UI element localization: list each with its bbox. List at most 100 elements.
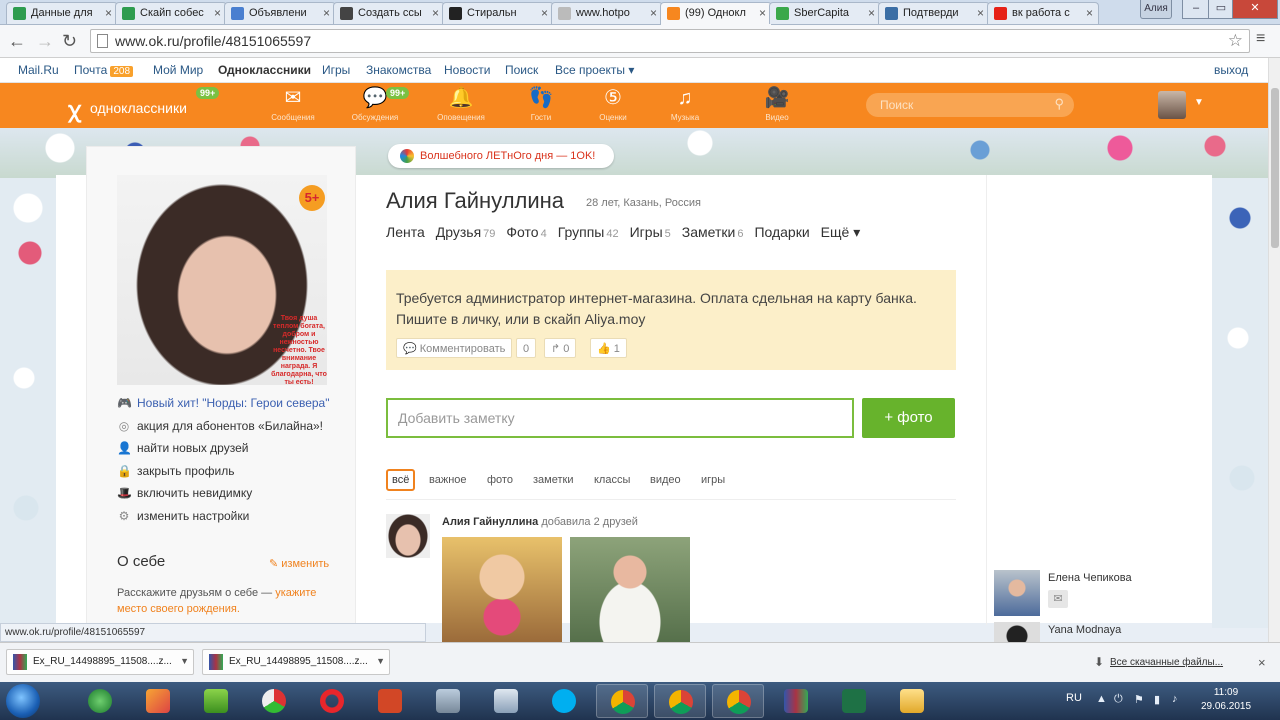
sidebar-item-invisible[interactable]: 🎩 включить невидимку [117, 486, 252, 500]
volume-icon[interactable]: ♪ [1172, 693, 1178, 705]
close-icon[interactable]: × [650, 6, 657, 20]
close-icon[interactable]: × [432, 6, 439, 20]
close-icon[interactable]: × [759, 6, 766, 20]
taskbar-app-bluestacks[interactable] [190, 684, 242, 718]
tray-arrow-icon[interactable]: ▲ [1096, 693, 1107, 705]
nav-2[interactable]: 🔔 Оповещения [426, 87, 496, 122]
greeting-pill[interactable]: Волшебного ЛЕТнОго дня — 1OK! [388, 144, 614, 168]
browser-tab-2[interactable]: Объявлени × [224, 2, 336, 24]
taskbar-app-powerpoint[interactable] [364, 684, 416, 718]
portal-link-search[interactable]: Поиск [505, 63, 538, 77]
close-icon[interactable]: × [1258, 655, 1266, 670]
profile-photo[interactable]: 5+ Твоя душа теплом богата, добром и неж… [117, 175, 327, 386]
chevron-down-icon[interactable]: ▼ [376, 656, 385, 666]
taskbar-app-puzzle[interactable] [132, 684, 184, 718]
user-badge[interactable]: Алия [1140, 0, 1172, 19]
browser-tab-6[interactable]: (99) Однокл × [660, 2, 772, 25]
comment-button[interactable]: 💬 Комментировать [396, 338, 513, 358]
browser-tab-1[interactable]: Скайп собес × [115, 2, 227, 24]
forward-arrow-icon[interactable]: → [36, 31, 54, 52]
close-icon[interactable]: × [323, 6, 330, 20]
reload-icon[interactable]: ↻ [62, 31, 77, 52]
browser-tab-0[interactable]: Данные для × [6, 2, 118, 24]
message-icon[interactable]: ✉ [1048, 590, 1068, 608]
friend-name[interactable]: Yana Modnaya [1048, 624, 1121, 636]
add-photo-button[interactable]: + фото [862, 398, 955, 438]
filter-0[interactable]: всё [386, 469, 416, 491]
portal-link-all-projects[interactable]: Все проекты ▾ [555, 63, 634, 77]
sidebar-item-close-profile[interactable]: 🔒 закрыть профиль [117, 464, 234, 478]
scroll-thumb[interactable] [1271, 88, 1279, 248]
profile-tab-6[interactable]: Подарки [754, 224, 809, 240]
taskbar-app-browser[interactable] [74, 684, 126, 718]
friend-avatar[interactable] [994, 570, 1040, 616]
portal-link-ok[interactable]: Одноклассники [218, 63, 311, 77]
portal-link-games[interactable]: Игры [322, 63, 350, 77]
nav-6[interactable]: 🎥 Видео [742, 87, 812, 122]
feed-item-author[interactable]: Алия Гайнуллина [442, 516, 538, 528]
portal-link-news[interactable]: Новости [444, 63, 490, 77]
friend-name[interactable]: Елена Чепикова [1048, 572, 1132, 584]
portal-link-mail[interactable]: Почта 208 [74, 63, 134, 77]
taskbar-app-winrar[interactable] [770, 684, 822, 718]
sidebar-item-game[interactable]: 🎮 Новый хит! "Норды: Герои севера" [117, 396, 330, 410]
profile-tab-3[interactable]: Группы 42 [558, 224, 619, 240]
filter-4[interactable]: классы [594, 469, 630, 491]
network-icon[interactable]: ▮ [1154, 693, 1160, 706]
minimize-button[interactable]: – [1182, 0, 1210, 19]
close-icon[interactable]: × [977, 6, 984, 20]
taskbar-app-opera[interactable] [306, 684, 358, 718]
nav-3[interactable]: 👣 Гости [506, 87, 576, 122]
taskbar-app-misc[interactable] [422, 684, 474, 718]
browser-tab-4[interactable]: Стиральн × [442, 2, 554, 24]
flag-icon[interactable]: ⚑ [1134, 693, 1144, 706]
taskbar-app-sapper[interactable] [248, 684, 300, 718]
nav-1[interactable]: 💬 Обсуждения 99+ [340, 87, 410, 122]
close-window-button[interactable]: ✕ [1232, 0, 1278, 19]
vertical-scrollbar[interactable] [1268, 58, 1280, 642]
back-arrow-icon[interactable]: ← [8, 31, 26, 52]
filter-3[interactable]: заметки [533, 469, 573, 491]
taskbar-app-calculator[interactable] [480, 684, 532, 718]
close-icon[interactable]: × [541, 6, 548, 20]
portal-link-dating[interactable]: Знакомства [366, 63, 431, 77]
download-item[interactable]: Ex_RU_14498895_11508....z... ▼ [202, 649, 390, 675]
taskbar-app-excel[interactable] [828, 684, 880, 718]
browser-tab-5[interactable]: www.hotpo × [551, 2, 663, 24]
reshare-button[interactable]: ↱ 0 [544, 338, 577, 358]
clock[interactable]: 11:09 29.06.2015 [1196, 686, 1256, 714]
add-note-input[interactable]: Добавить заметку [386, 398, 854, 438]
taskbar-app-chrome-1[interactable] [596, 684, 648, 718]
close-icon[interactable]: × [214, 6, 221, 20]
close-icon[interactable]: × [1086, 6, 1093, 20]
nav-0[interactable]: ✉ Сообщения [258, 87, 328, 122]
show-all-downloads-link[interactable]: Все скачанные файлы... [1110, 657, 1223, 668]
bookmark-star-icon[interactable]: ☆ [1228, 31, 1243, 51]
taskbar-app-chrome-3[interactable] [712, 684, 764, 718]
chrome-menu-icon[interactable]: ≡ [1256, 30, 1265, 48]
chevron-down-icon[interactable]: ▼ [1194, 97, 1204, 108]
filter-2[interactable]: фото [487, 469, 513, 491]
filter-5[interactable]: видео [650, 469, 681, 491]
profile-tab-5[interactable]: Заметки 6 [682, 224, 744, 240]
nav-4[interactable]: ⑤ Оценки [578, 87, 648, 122]
nav-5[interactable]: ♫ Музыка [650, 87, 720, 122]
url-text[interactable]: www.ok.ru/profile/48151065597 [115, 33, 311, 49]
taskbar-app-chrome-2[interactable] [654, 684, 706, 718]
feed-item-avatar[interactable] [386, 514, 430, 558]
friend-photo[interactable] [442, 537, 562, 642]
about-edit-link[interactable]: ✎ изменить [269, 557, 329, 570]
browser-tab-7[interactable]: SberCapita × [769, 2, 881, 24]
sidebar-item-find-friends[interactable]: 👤 найти новых друзей [117, 441, 248, 455]
profile-tab-4[interactable]: Игры 5 [630, 224, 671, 240]
browser-tab-8[interactable]: Подтверди × [878, 2, 990, 24]
like-button[interactable]: 👍 1 [590, 338, 627, 358]
language-indicator[interactable]: RU [1066, 692, 1082, 704]
filter-6[interactable]: игры [701, 469, 725, 491]
address-bar[interactable]: www.ok.ru/profile/48151065597 ☆ [90, 29, 1250, 53]
search-icon[interactable]: ⚲ [1054, 96, 1064, 112]
profile-tab-0[interactable]: Лента [386, 224, 425, 240]
logout-link[interactable]: выход [1214, 63, 1248, 77]
maximize-button[interactable]: ▭ [1208, 0, 1234, 19]
browser-tab-9[interactable]: вк работа с × [987, 2, 1099, 24]
